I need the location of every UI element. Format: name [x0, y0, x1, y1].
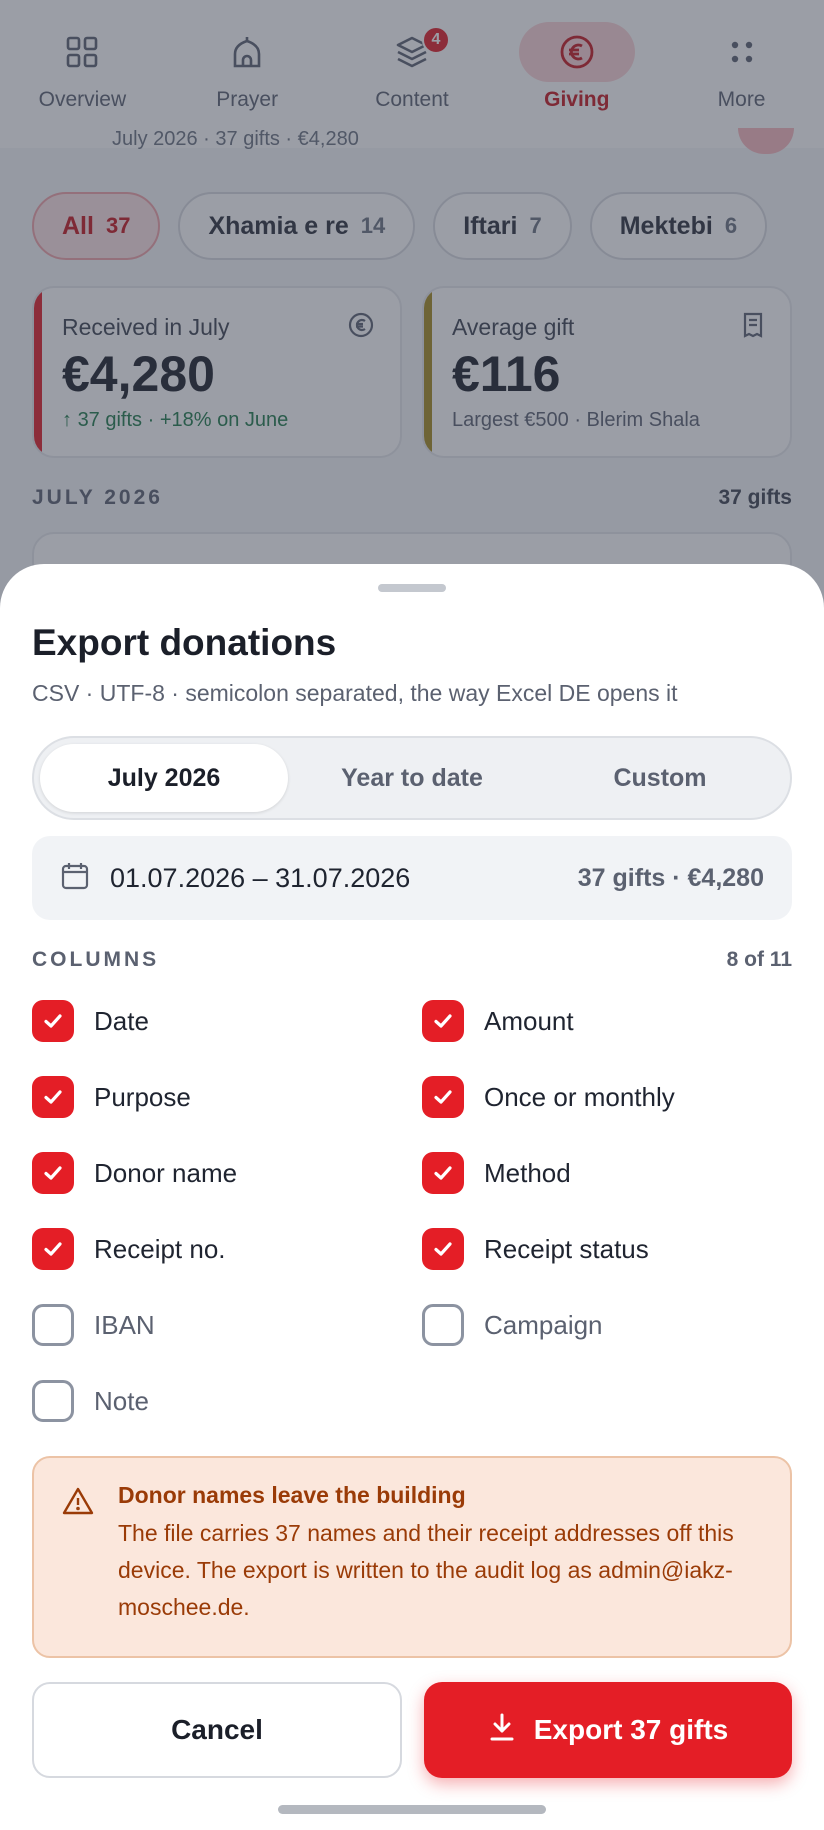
columns-header: COLUMNS 8 of 11 [32, 948, 792, 972]
cancel-button[interactable]: Cancel [32, 1682, 402, 1778]
warning-body: The file carries 37 names and their rece… [118, 1520, 734, 1620]
sheet-subtitle: CSV · UTF-8 · semicolon separated, the w… [32, 680, 678, 706]
column-label: IBAN [94, 1309, 155, 1340]
date-range-field[interactable]: 01.07.2026 – 31.07.2026 37 gifts · €4,28… [32, 836, 792, 920]
export-sheet: Export donations CSV · UTF-8 · semicolon… [0, 564, 824, 1830]
column-label: Date [94, 1005, 149, 1036]
column-option-method[interactable]: Method [422, 1152, 792, 1194]
column-option-donor-name[interactable]: Donor name [32, 1152, 422, 1194]
column-option-iban[interactable]: IBAN [32, 1304, 422, 1346]
checkbox-unchecked-icon[interactable] [422, 1304, 464, 1346]
column-option-purpose[interactable]: Purpose [32, 1076, 422, 1118]
checkbox-unchecked-icon[interactable] [32, 1380, 74, 1422]
checkbox-checked-icon[interactable] [32, 1228, 74, 1270]
checkbox-checked-icon[interactable] [422, 1076, 464, 1118]
sheet-drag-handle[interactable] [378, 584, 446, 592]
date-range-text: 01.07.2026 – 31.07.2026 [110, 862, 411, 893]
export-button[interactable]: Export 37 gifts [424, 1682, 792, 1778]
period-segmented-control: July 2026 Year to date Custom [32, 736, 792, 820]
sheet-title: Export donations [32, 622, 337, 663]
checkbox-checked-icon[interactable] [32, 1152, 74, 1194]
column-label: Once or monthly [484, 1081, 675, 1112]
columns-checklist: Date Amount Purpose Once or monthly Dono… [32, 1000, 792, 1422]
column-option-amount[interactable]: Amount [422, 1000, 792, 1042]
warning-title: Donor names leave the building [118, 1482, 466, 1508]
column-label: Purpose [94, 1081, 191, 1112]
column-label: Donor name [94, 1157, 238, 1188]
checkbox-checked-icon[interactable] [32, 1076, 74, 1118]
privacy-warning: Donor names leave the building The file … [32, 1456, 792, 1658]
column-option-once-or-monthly[interactable]: Once or monthly [422, 1076, 792, 1118]
checkbox-checked-icon[interactable] [422, 1228, 464, 1270]
column-label: Note [94, 1385, 149, 1416]
columns-title: COLUMNS [32, 948, 160, 971]
column-option-note[interactable]: Note [32, 1380, 422, 1422]
column-label: Amount [484, 1005, 574, 1036]
home-indicator [278, 1805, 546, 1814]
sheet-actions: Cancel Export 37 gifts [32, 1682, 792, 1778]
segment-july-2026[interactable]: July 2026 [40, 744, 288, 812]
range-summary: 37 gifts · €4,280 [577, 863, 764, 892]
calendar-icon [60, 861, 90, 896]
download-icon [488, 1712, 516, 1749]
segment-year-to-date[interactable]: Year to date [288, 744, 536, 812]
warning-icon [62, 1486, 94, 1521]
export-button-label: Export 37 gifts [533, 1714, 729, 1745]
column-option-date[interactable]: Date [32, 1000, 422, 1042]
column-label: Campaign [484, 1309, 603, 1340]
checkbox-checked-icon[interactable] [32, 1000, 74, 1042]
column-option-campaign[interactable]: Campaign [422, 1304, 792, 1346]
column-label: Method [484, 1157, 571, 1188]
column-option-receipt-status[interactable]: Receipt status [422, 1228, 792, 1270]
columns-count: 8 of 11 [726, 948, 792, 971]
column-label: Receipt no. [94, 1233, 226, 1264]
checkbox-checked-icon[interactable] [422, 1152, 464, 1194]
column-label: Receipt status [484, 1233, 649, 1264]
checkbox-checked-icon[interactable] [422, 1000, 464, 1042]
column-option-receipt-no[interactable]: Receipt no. [32, 1228, 422, 1270]
checkbox-unchecked-icon[interactable] [32, 1304, 74, 1346]
segment-custom[interactable]: Custom [536, 744, 784, 812]
